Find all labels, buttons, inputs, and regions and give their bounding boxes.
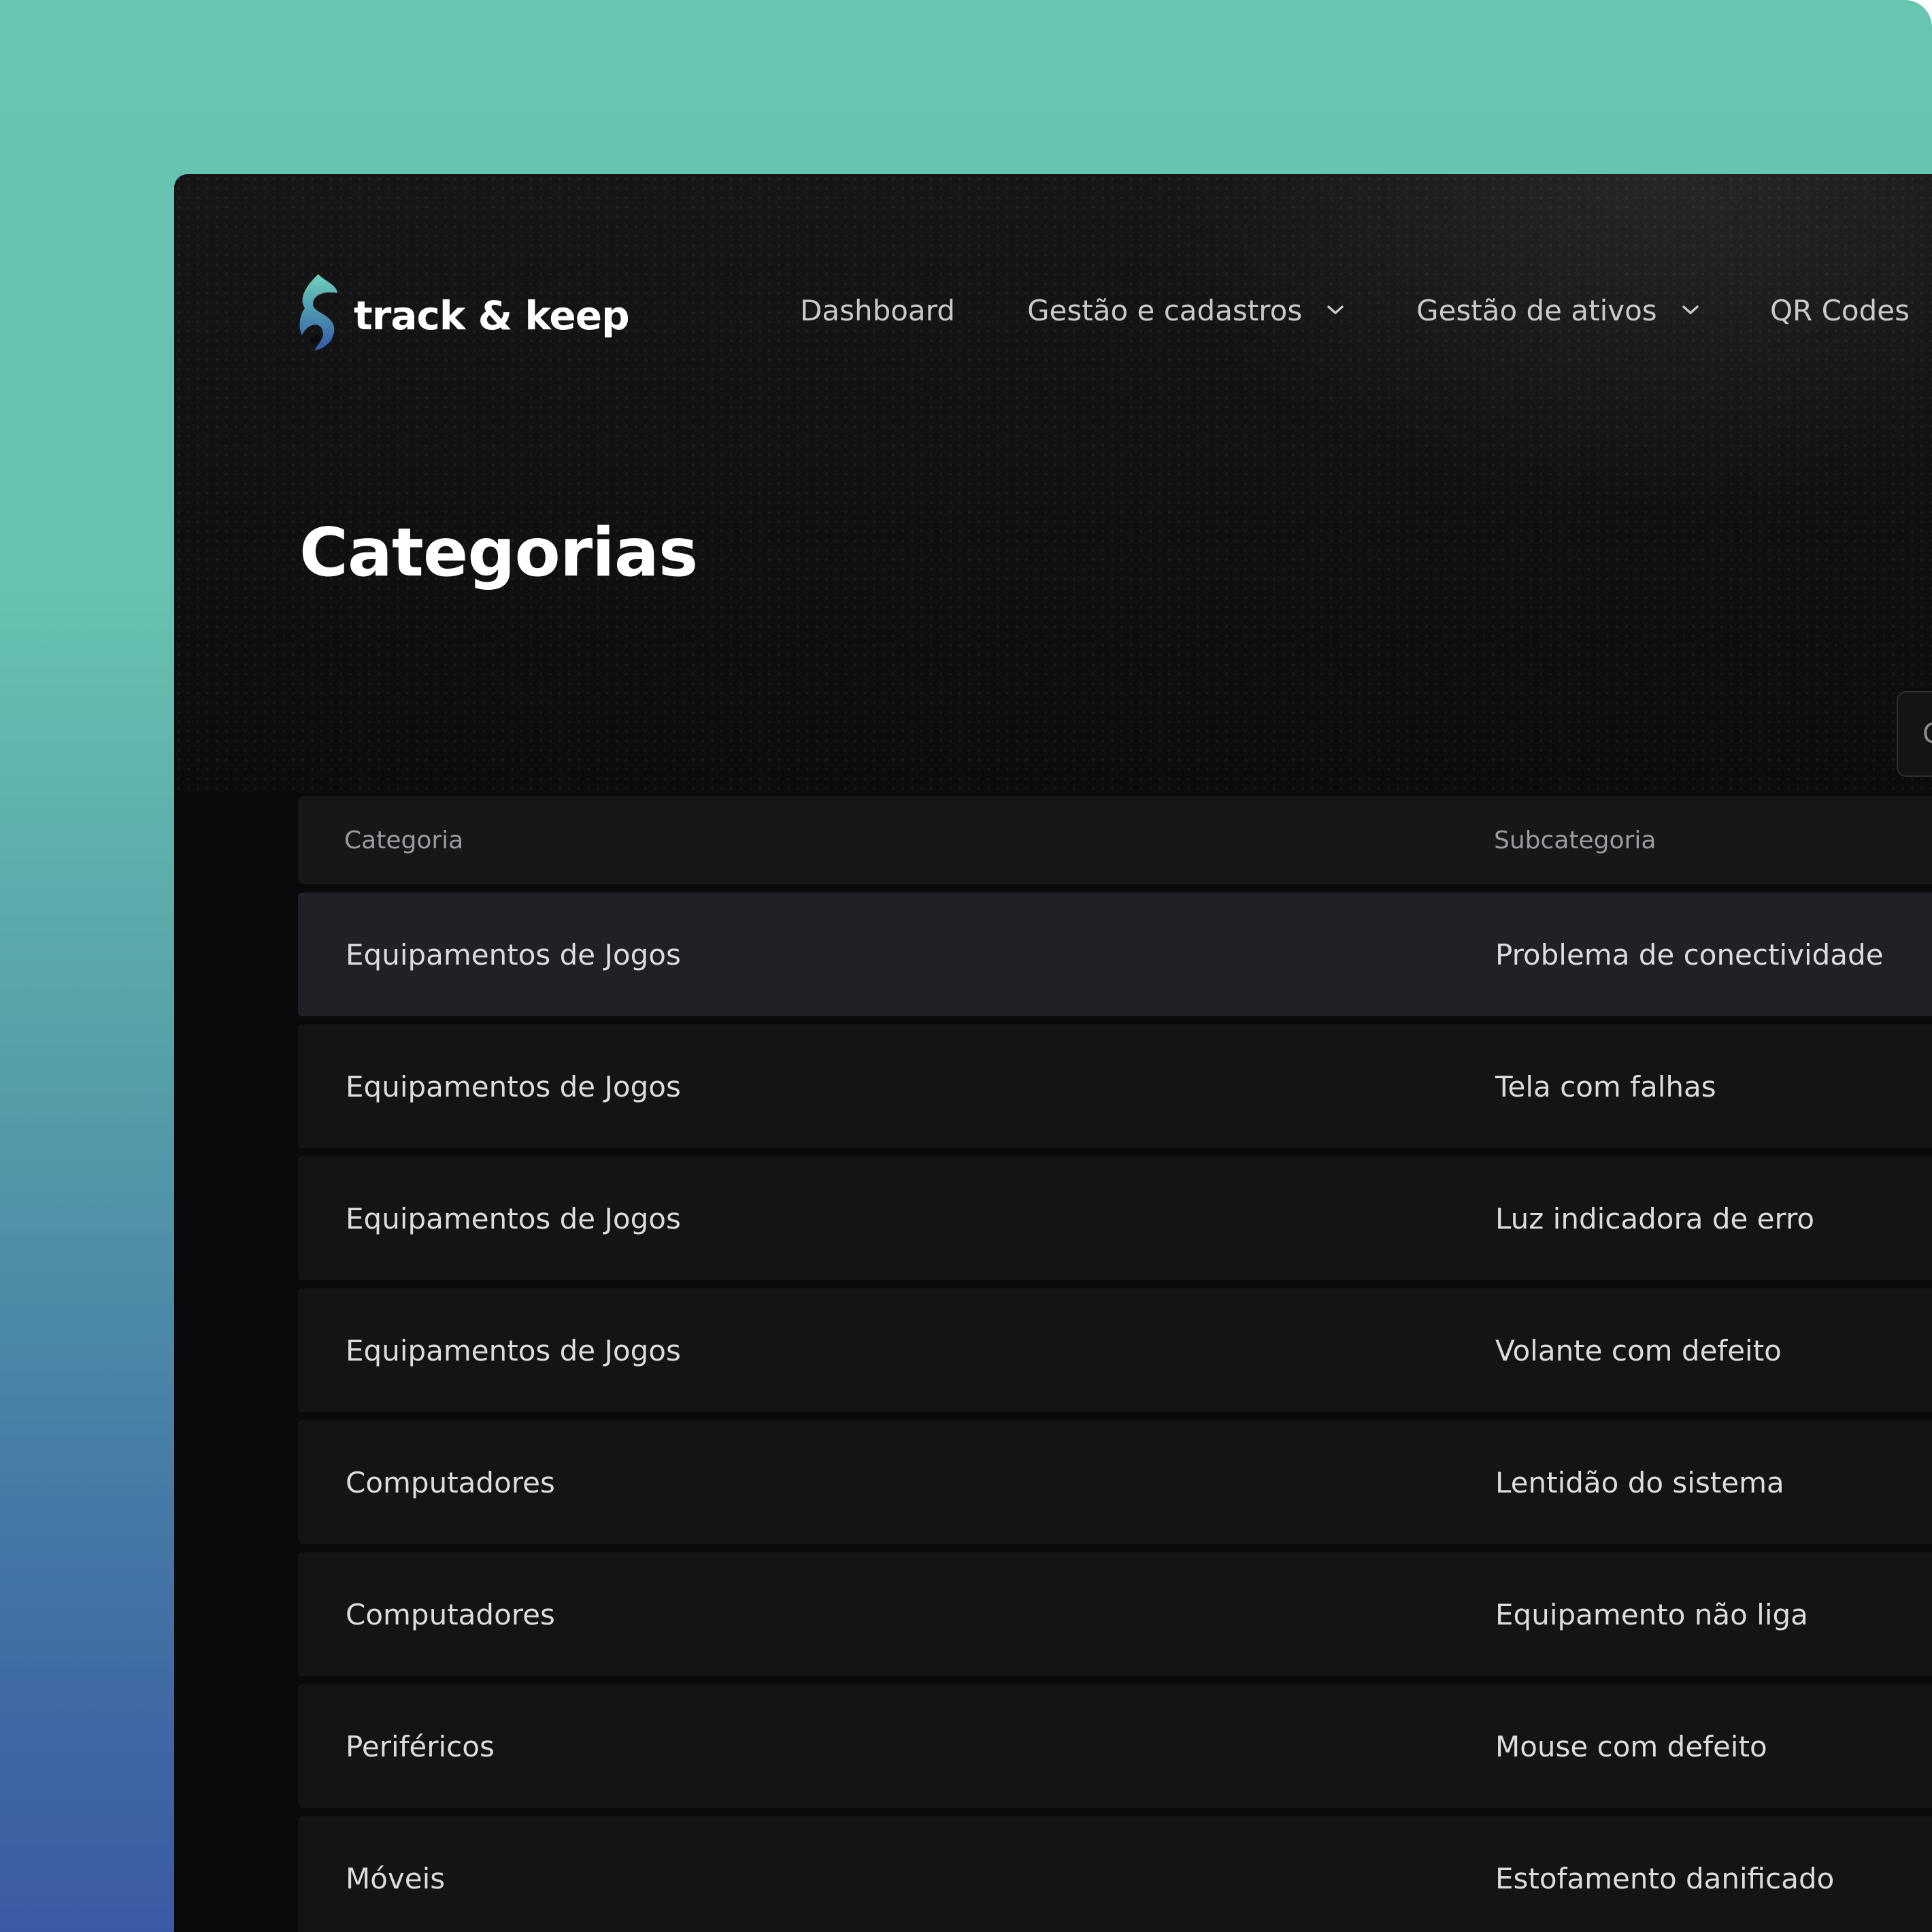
- nav-item-label: Gestão e cadastros: [1027, 293, 1303, 327]
- logo-mark-icon: [299, 274, 337, 350]
- column-header-subcategoria[interactable]: Subcategoria: [1494, 827, 1656, 854]
- page-title: Categorias: [299, 514, 698, 592]
- cell-subcategoria: Lentidão do sistema: [1495, 1465, 1784, 1499]
- nav-item-label: Dashboard: [800, 293, 955, 327]
- brand-name: track & keep: [354, 293, 630, 339]
- chevron-down-icon: [1327, 305, 1344, 314]
- cell-categoria: Computadores: [346, 1465, 555, 1499]
- nav-item-qr-codes[interactable]: QR Codes: [1770, 290, 1910, 331]
- table-header: Categoria Subcategoria: [298, 796, 1932, 884]
- cell-categoria: Equipamentos de Jogos: [346, 1333, 681, 1367]
- cell-subcategoria: Mouse com defeito: [1495, 1729, 1767, 1763]
- cell-subcategoria: Equipamento não liga: [1495, 1597, 1808, 1631]
- table-row[interactable]: Equipamentos de Jogos Tela com falhas: [298, 1025, 1932, 1148]
- categories-table: Categoria Subcategoria Equipamentos de J…: [298, 796, 1932, 1932]
- table-row[interactable]: Periféricos Mouse com defeito: [298, 1684, 1932, 1808]
- table-row[interactable]: Equipamentos de Jogos Volante com defeit…: [298, 1288, 1932, 1412]
- nav-item-gestao-cadastros[interactable]: Gestão e cadastros: [1027, 290, 1346, 331]
- cell-categoria: Equipamentos de Jogos: [346, 937, 681, 971]
- table-row[interactable]: Equipamentos de Jogos Luz indicadora de …: [298, 1156, 1932, 1280]
- app-window: track & keep Dashboard Gestão e cadastro…: [174, 174, 1932, 1932]
- cell-subcategoria: Tela com falhas: [1495, 1069, 1716, 1103]
- brand-logo[interactable]: track & keep: [298, 272, 630, 354]
- cell-categoria: Equipamentos de Jogos: [346, 1201, 681, 1235]
- cell-subcategoria: Luz indicadora de erro: [1495, 1201, 1815, 1235]
- nav-item-label: QR Codes: [1770, 293, 1910, 327]
- cell-categoria: Computadores: [346, 1597, 555, 1631]
- table-row[interactable]: Computadores Lentidão do sistema: [298, 1420, 1932, 1544]
- nav-item-label: Gestão de ativos: [1416, 293, 1657, 327]
- table-row[interactable]: Computadores Equipamento não liga: [298, 1552, 1932, 1676]
- nav-item-gestao-ativos[interactable]: Gestão de ativos: [1416, 290, 1701, 331]
- header-hero: [174, 174, 1932, 793]
- cell-subcategoria: Volante com defeito: [1495, 1333, 1782, 1367]
- chevron-down-icon: [1682, 305, 1699, 314]
- column-header-categoria[interactable]: Categoria: [344, 827, 463, 854]
- cell-subcategoria: Problema de conectividade: [1495, 937, 1884, 971]
- cell-categoria: Periféricos: [346, 1729, 495, 1763]
- table-row[interactable]: Móveis Estofamento danificado: [298, 1816, 1932, 1932]
- cell-subcategoria: Estofamento danificado: [1495, 1861, 1835, 1895]
- cell-categoria: Equipamentos de Jogos: [346, 1069, 681, 1103]
- desktop-background: track & keep Dashboard Gestão e cadastro…: [0, 0, 1932, 1932]
- cell-categoria: Móveis: [346, 1861, 446, 1895]
- filter-button-label: C: [1922, 718, 1932, 750]
- filter-button[interactable]: C: [1897, 691, 1932, 777]
- table-row[interactable]: Equipamentos de Jogos Problema de conect…: [298, 893, 1932, 1016]
- nav-item-dashboard[interactable]: Dashboard: [800, 290, 955, 331]
